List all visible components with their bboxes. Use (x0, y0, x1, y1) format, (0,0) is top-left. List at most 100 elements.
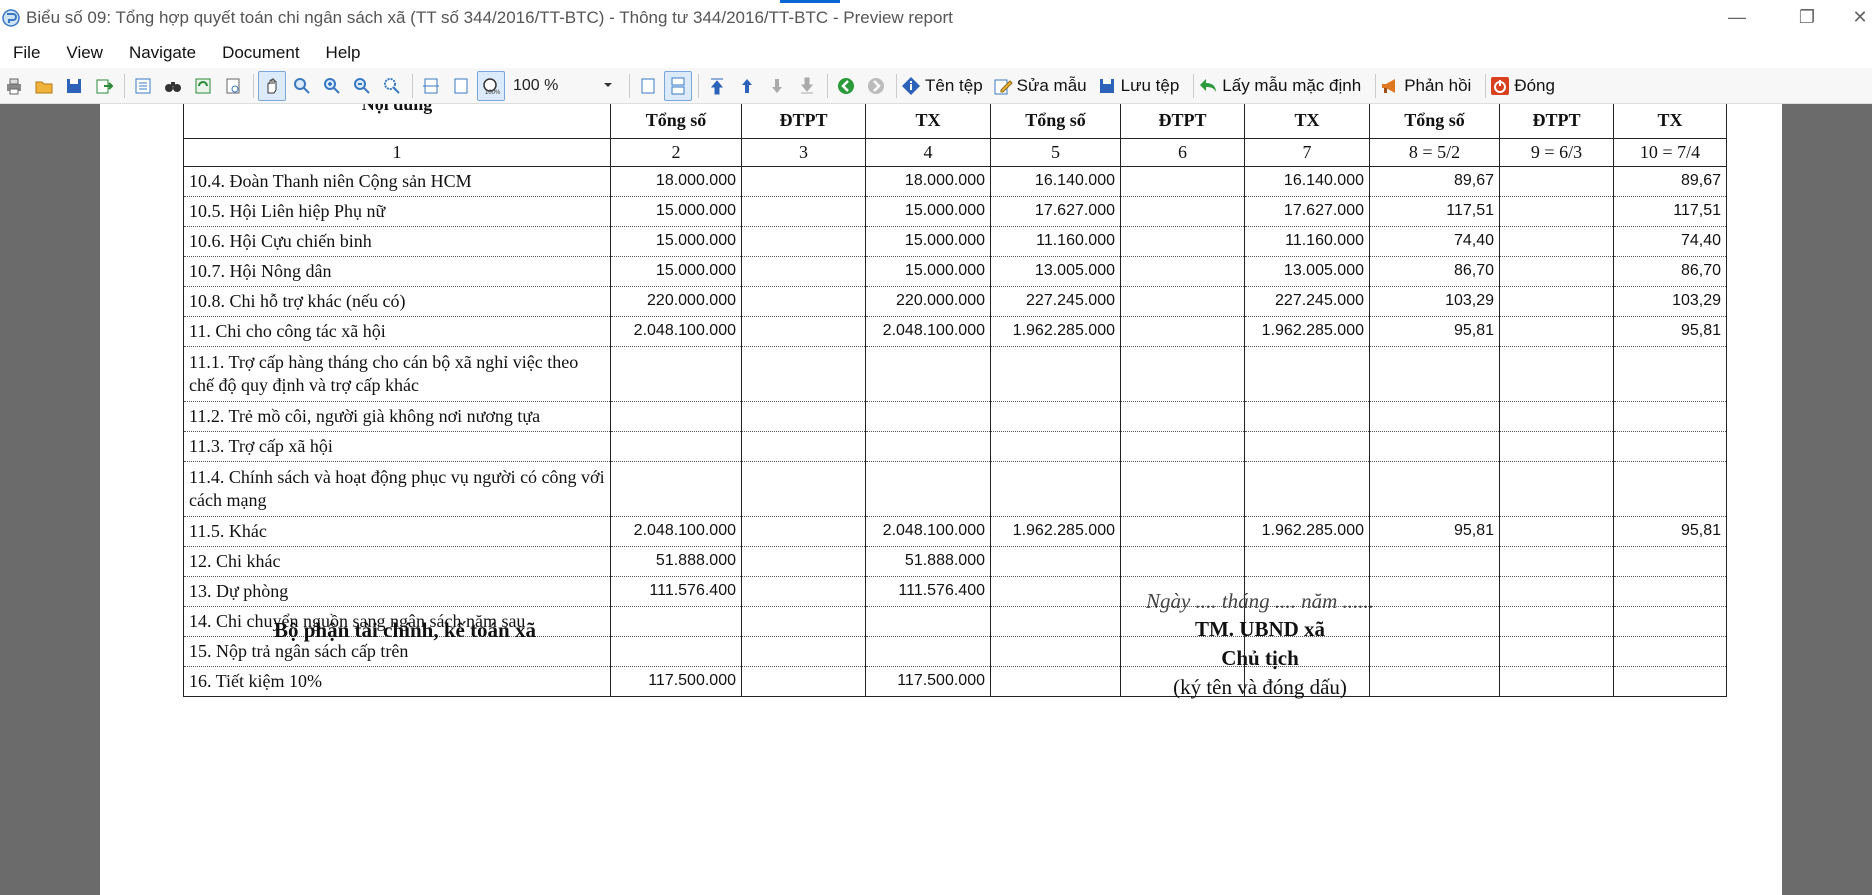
value-cell (865, 636, 991, 667)
value-cell: 111.576.400 (610, 576, 742, 607)
minimize-button[interactable]: — (1714, 0, 1760, 34)
value-cell: 117,51 (1613, 196, 1727, 227)
table-row: 11.4. Chính sách và hoạt động phục vụ ng… (183, 461, 1727, 517)
zoom-select[interactable]: 100 % (507, 73, 619, 99)
previous-page-icon[interactable] (733, 71, 761, 101)
value-cell: 16.140.000 (990, 166, 1121, 197)
value-cell (1244, 401, 1370, 432)
menu-help[interactable]: Help (313, 43, 374, 63)
row-label-cell: 11.4. Chính sách và hoạt động phục vụ ng… (183, 461, 611, 517)
open-folder-icon[interactable] (30, 71, 58, 101)
edit-template-button[interactable]: Sửa mẫu (993, 76, 1087, 96)
col-number: 4 (865, 138, 991, 167)
row-label-cell: 11.2. Trẻ mồ côi, người già không nơi nư… (183, 401, 611, 432)
row-label-cell: 10.7. Hội Nông dân (183, 256, 611, 287)
org-title: TM. UBND xã (1194, 617, 1326, 641)
table-row: 10.4. Đoàn Thanh niên Cộng sản HCM 18.000… (183, 166, 1727, 197)
menu-document[interactable]: Document (209, 43, 312, 63)
single-page-icon[interactable] (634, 71, 662, 101)
value-cell (1499, 546, 1614, 577)
toolbar-separator (827, 73, 828, 98)
menu-file[interactable]: File (0, 43, 53, 63)
first-page-icon[interactable] (703, 71, 731, 101)
next-page-icon[interactable] (763, 71, 791, 101)
menu-navigate[interactable]: Navigate (116, 43, 209, 63)
page-view-icon[interactable] (219, 71, 247, 101)
value-cell (741, 636, 866, 667)
save-icon[interactable] (60, 71, 88, 101)
file-name-button[interactable]: Tên tệp (901, 76, 983, 96)
table-body: 10.4. Đoàn Thanh niên Cộng sản HCM 18.000… (183, 166, 1727, 697)
row-label-cell: 10.6. Hội Cựu chiến binh (183, 226, 611, 257)
restore-button[interactable]: ❐ (1784, 0, 1830, 34)
zoom-out-icon[interactable] (348, 71, 376, 101)
value-cell: 95,81 (1369, 316, 1500, 347)
value-cell (1613, 401, 1727, 432)
value-cell: 227.245.000 (990, 286, 1121, 317)
hand-tool-icon[interactable] (258, 70, 286, 101)
value-cell (741, 576, 866, 607)
value-cell (741, 431, 866, 462)
value-cell (990, 636, 1121, 667)
export-icon[interactable] (90, 71, 118, 101)
value-cell (1499, 576, 1614, 607)
value-cell (1120, 401, 1245, 432)
value-cell (741, 316, 866, 347)
default-template-button[interactable]: Lấy mẫu mặc định (1198, 76, 1361, 96)
menu-view[interactable]: View (53, 43, 116, 63)
feedback-button[interactable]: Phản hồi (1380, 76, 1471, 96)
finance-dept-title: Bộ phận tài chính, kế toán xã (274, 618, 536, 642)
row-label-cell: 11.5. Khác (183, 516, 611, 547)
refresh-icon[interactable] (189, 71, 217, 101)
value-cell (1499, 226, 1614, 257)
table-of-contents-icon[interactable] (129, 71, 157, 101)
actual-size-icon[interactable]: 100% (477, 70, 505, 101)
report-viewport[interactable]: Nội dung Tổng số ĐTPT TX Tổng số ĐTPT TX… (0, 104, 1872, 895)
zoom-fit-icon[interactable] (378, 71, 406, 101)
value-cell (1499, 166, 1614, 197)
value-cell: 74,40 (1369, 226, 1500, 257)
col-number: 9 = 6/3 (1499, 138, 1614, 167)
table-row: 10.6. Hội Cựu chiến binh 15.000.000 15.000… (183, 226, 1727, 257)
value-cell (1613, 461, 1727, 517)
value-cell (865, 346, 991, 402)
row-label-cell: 11. Chi cho công tác xã hội (183, 316, 611, 347)
value-cell: 15.000.000 (610, 226, 742, 257)
row-label-cell: 10.4. Đoàn Thanh niên Cộng sản HCM (183, 166, 611, 197)
value-cell: 2.048.100.000 (865, 516, 991, 547)
value-cell (1613, 546, 1727, 577)
last-page-icon[interactable] (793, 71, 821, 101)
page-width-icon[interactable] (417, 71, 445, 101)
file-name-label: Tên tệp (925, 75, 983, 95)
value-cell (741, 401, 866, 432)
value-cell: 15.000.000 (865, 226, 991, 257)
save-file-button[interactable]: Lưu tệp (1097, 76, 1179, 96)
zoom-in-icon[interactable] (318, 71, 346, 101)
forward-icon[interactable] (862, 71, 890, 101)
zoom-tool-icon[interactable] (288, 71, 316, 101)
value-cell: 89,67 (1613, 166, 1727, 197)
value-cell (865, 431, 991, 462)
value-cell: 17.627.000 (1244, 196, 1370, 227)
close-report-button[interactable]: Đóng (1490, 76, 1555, 96)
continuous-page-icon[interactable] (664, 70, 692, 101)
find-binoculars-icon[interactable] (159, 71, 187, 101)
value-cell: 95,81 (1613, 516, 1727, 547)
back-icon[interactable] (832, 71, 860, 101)
table-row: 11. Chi cho công tác xã hội 2.048.100.000… (183, 316, 1727, 347)
close-window-button[interactable]: ✕ (1848, 0, 1872, 34)
value-cell (990, 666, 1121, 697)
value-cell (990, 606, 1121, 637)
value-cell: 227.245.000 (1244, 286, 1370, 317)
chairman-title: Chủ tịch (1221, 646, 1299, 670)
print-icon[interactable] (0, 71, 28, 101)
chevron-down-icon (603, 77, 613, 95)
value-cell (1120, 166, 1245, 197)
value-cell (1499, 606, 1614, 637)
table-row: 11.2. Trẻ mồ côi, người già không nơi nư… (183, 401, 1727, 432)
whole-page-icon[interactable] (447, 71, 475, 101)
megaphone-icon (1382, 78, 1396, 93)
value-cell: 86,70 (1613, 256, 1727, 287)
value-cell (741, 196, 866, 227)
table-row: 10.7. Hội Nông dân 15.000.000 15.000.000 13… (183, 256, 1727, 287)
